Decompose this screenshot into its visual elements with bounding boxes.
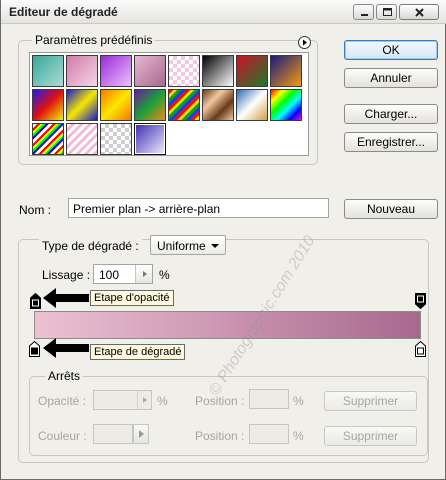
opacity-dropdown-button[interactable]	[137, 391, 151, 409]
preset-swatch[interactable]	[32, 123, 64, 155]
gradient-type-select[interactable]: Uniforme	[150, 235, 226, 255]
preset-swatch[interactable]	[236, 89, 268, 121]
title-bar[interactable]: Editeur de dégradé	[1, 0, 446, 24]
opacity-label: Opacité :	[38, 394, 87, 408]
chevron-down-icon	[211, 244, 219, 248]
color-position-field[interactable]	[249, 424, 289, 444]
smoothness-label: Lissage :	[42, 268, 91, 282]
preset-swatch[interactable]	[270, 55, 302, 87]
preset-swatch[interactable]	[66, 55, 98, 87]
load-button[interactable]: Charger...	[344, 104, 438, 124]
name-label: Nom :	[19, 203, 52, 217]
preset-swatch[interactable]	[236, 55, 268, 87]
preset-swatch[interactable]	[134, 89, 166, 121]
preset-swatch[interactable]	[270, 89, 302, 121]
delete-color-stop-button[interactable]: Supprimer	[324, 426, 417, 446]
color-label: Couleur :	[38, 429, 87, 443]
gradient-preview-bar[interactable]	[34, 311, 421, 339]
cancel-button[interactable]: Annuler	[344, 68, 438, 88]
arrow-right-icon	[143, 271, 147, 277]
color-position-unit: %	[293, 429, 304, 443]
color-position-label: Position :	[195, 429, 245, 443]
preset-swatch[interactable]	[202, 55, 234, 87]
opacity-stop-tooltip: Etape d'opacité	[90, 290, 174, 306]
preset-swatch[interactable]	[100, 89, 132, 121]
presets-legend: Paramètres prédéfinis	[32, 33, 156, 47]
window-title: Editeur de dégradé	[9, 5, 118, 19]
color-stop-right[interactable]	[415, 341, 426, 357]
opacity-stop-right[interactable]	[415, 293, 426, 309]
new-button[interactable]: Nouveau	[344, 199, 438, 219]
smoothness-unit: %	[159, 268, 170, 282]
arrow-right-icon	[143, 397, 147, 403]
arrow-left-icon	[43, 288, 89, 308]
preset-swatch[interactable]	[202, 89, 234, 121]
minimize-icon	[361, 14, 368, 16]
gradient-editor-window: Editeur de dégradé Paramètres prédéfinis	[0, 0, 446, 480]
color-swatch-field[interactable]	[93, 424, 133, 444]
name-field[interactable]: Premier plan -> arrière-plan	[68, 198, 329, 218]
preset-swatch[interactable]	[168, 89, 200, 121]
ok-button[interactable]: OK	[344, 40, 438, 60]
color-dropdown-button[interactable]	[133, 424, 149, 444]
smoothness-value: 100	[99, 268, 120, 282]
maximize-button[interactable]	[376, 4, 397, 20]
opacity-stop-left[interactable]	[30, 293, 41, 309]
opacity-unit: %	[157, 394, 168, 408]
preset-swatch[interactable]	[66, 123, 98, 155]
preset-swatch[interactable]	[100, 55, 132, 87]
presets-group: Paramètres prédéfinis	[18, 33, 318, 165]
preset-swatch[interactable]	[168, 55, 200, 87]
gradient-type-label: Type de dégradé :	[39, 239, 142, 253]
close-icon	[415, 8, 424, 17]
preset-swatch[interactable]	[66, 89, 98, 121]
arrow-right-icon	[139, 430, 144, 438]
save-button[interactable]: Enregistrer...	[344, 132, 438, 152]
preset-swatch[interactable]	[32, 89, 64, 121]
color-stop-tooltip: Etape de dégradé	[90, 344, 186, 360]
minimize-button[interactable]	[353, 4, 374, 20]
preset-swatch[interactable]	[100, 123, 132, 155]
arrow-right-icon	[303, 39, 307, 46]
smoothness-field[interactable]: 100	[93, 264, 153, 284]
close-button[interactable]	[399, 4, 439, 20]
gradient-type-value: Uniforme	[157, 239, 206, 253]
preset-swatch[interactable]	[134, 55, 166, 87]
stops-legend: Arrêts	[45, 369, 84, 383]
maximize-icon	[383, 8, 392, 16]
opacity-position-unit: %	[293, 394, 304, 408]
presets-menu-button[interactable]	[298, 36, 311, 49]
presets-swatch-area[interactable]	[29, 52, 309, 156]
opacity-position-field[interactable]	[249, 389, 289, 409]
preset-swatch[interactable]	[32, 55, 64, 87]
color-stop-left[interactable]	[29, 341, 40, 357]
delete-opacity-stop-button[interactable]: Supprimer	[324, 391, 417, 411]
opacity-field[interactable]	[93, 390, 152, 410]
smoothness-dropdown-button[interactable]	[135, 265, 152, 283]
arrow-left-icon	[43, 338, 89, 358]
preset-swatch-selected[interactable]	[134, 123, 166, 155]
